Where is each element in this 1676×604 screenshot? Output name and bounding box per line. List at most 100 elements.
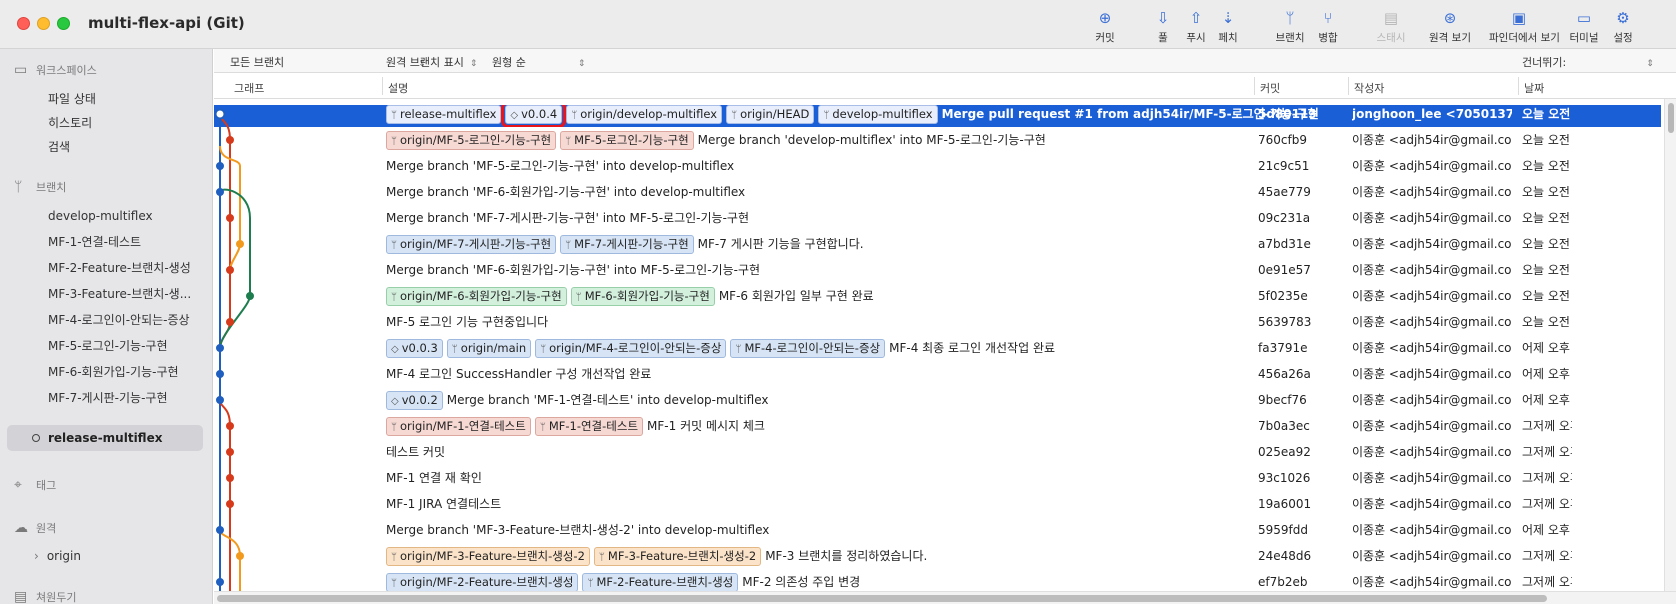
commit-author: 이종훈 <adjh54ir@gmail.co... [1352,263,1512,277]
commit-message: Merge branch 'MF-5-로그인-기능-구현' into devel… [386,159,735,173]
workspace-section-header[interactable]: ▭ 워크스페이스 [14,60,97,80]
branch-label[interactable]: ᛘ origin/MF-6-회원가입-기능-구현 [386,287,567,306]
sidebar-item-release-multiflex[interactable]: release-multiflex [48,428,162,448]
tag-label[interactable]: ◇ v0.0.4 [501,105,567,127]
column-header-description[interactable]: 설명 [388,80,408,96]
tag-label[interactable]: ◇ v0.0.2 [386,391,443,410]
branch-label[interactable]: ᛘ MF-3-Feature-브랜치-생성-2 [593,547,762,566]
commit-author: 이종훈 <adjh54ir@gmail.co... [1352,289,1512,303]
tags-section-header[interactable]: ⌖ 태그 [14,475,56,495]
tag-label[interactable]: ◇ v0.0.3 [386,339,443,358]
sidebar-item-branch[interactable]: MF-3-Feature-브랜치-생... [48,284,191,304]
table-row[interactable]: MF-1 JIRA 연결테스트 19a6001 이종훈 <adjh54ir@gmai… [214,491,1661,517]
table-row[interactable]: ◇ v0.0.2 Merge branch 'MF-1-연결-테스트' into d… [214,387,1661,413]
table-row[interactable]: ᛘ origin/MF-6-회원가입-기능-구현 ᛘ MF-6-회원가입-기능-구현 M… [214,283,1661,309]
branch-label[interactable]: ᛘ develop-multiflex [818,105,938,124]
commit-date: 오늘 오전 [1522,211,1570,225]
commit-hash: 93c1026 [1258,471,1311,485]
commit-date: 오늘 오전 [1522,133,1570,147]
table-row[interactable]: Merge branch 'MF-7-게시판-기능-구현' into MF-5-… [214,205,1661,231]
branch-label[interactable]: ᛘ MF-7-게시판-기능-구현 [560,235,694,254]
sidebar-item-file-status[interactable]: 파일 상태 [48,89,96,109]
table-row[interactable]: 테스트 커밋 025ea92 이종훈 <adjh54ir@gmail.co... 그저… [214,439,1661,465]
close-window-button[interactable] [17,17,30,30]
column-header-date[interactable]: 날짜 [1524,80,1544,96]
sidebar-item-branch[interactable]: MF-1-연결-테스트 [48,232,141,252]
sidebar-item-search[interactable]: 검색 [48,137,70,157]
table-row[interactable]: MF-1 연결 재 확인 93c1026 이종훈 <adjh54ir@gmail.c… [214,465,1661,491]
sidebar-item-origin[interactable]: › origin [34,546,81,566]
table-row[interactable]: ᛘ origin/MF-3-Feature-브랜치-생성-2 ᛘ MF-3-Featu… [214,543,1661,569]
commit-date: 오늘 오전 [1522,185,1570,199]
sidebar-item-branch[interactable]: develop-multiflex [48,206,153,226]
commit-author: 이종훈 <adjh54ir@gmail.co... [1352,211,1512,225]
toolbar-gear-button[interactable]: ⚙ 설정 [1593,8,1653,45]
table-row[interactable]: ᛘ release-multiflex ◇ v0.0.4 ᛘ origin/develop… [214,105,1661,127]
table-row[interactable]: ᛘ origin/MF-2-Feature-브랜치-생성 ᛘ MF-2-Feature… [214,569,1661,591]
commit-author: 이종훈 <adjh54ir@gmail.co... [1352,523,1512,537]
branch-label[interactable]: ᛘ origin/MF-7-게시판-기능-구현 [386,235,557,254]
commit-author: 이종훈 <adjh54ir@gmail.co... [1352,185,1512,199]
branch-label[interactable]: ᛘ origin/develop-multiflex [566,105,723,124]
horizontal-scroll-thumb[interactable] [217,595,1547,602]
toolbar-label: 원격 보기 [1429,32,1471,44]
window-title: multi-flex-api (Git) [88,14,245,32]
table-row[interactable]: Merge branch 'MF-6-회원가입-기능-구현' into MF-5… [214,257,1661,283]
table-row[interactable]: ◇ v0.0.3 ᛘ origin/main ᛘ origin/MF-4-로그인이-안되는… [214,335,1661,361]
remote-branch-select[interactable]: 원격 브랜치 표시 ⇕ [386,54,477,70]
order-select[interactable]: 원형 순 ⇕ [492,54,585,70]
branch-label[interactable]: ᛘ MF-6-회원가입-기능-구현 [570,287,715,306]
horizontal-scrollbar[interactable] [214,591,1676,604]
toolbar-fetch-button[interactable]: ⇣ 페치 [1198,8,1258,45]
toolbar-merge-button[interactable]: ⑂ 병합 [1298,8,1358,45]
table-row[interactable]: ᛘ origin/MF-7-게시판-기능-구현 ᛘ MF-7-게시판-기능-구현 MF-… [214,231,1661,257]
table-row[interactable]: MF-5 로그인 기능 구현중입니다 5639783 이종훈 <adjh54ir@g… [214,309,1661,335]
column-header-graph[interactable]: 그래프 [234,80,264,96]
branch-label[interactable]: ᛘ origin/MF-3-Feature-브랜치-생성-2 [386,547,590,566]
tag-icon: ◇ [510,110,519,121]
table-row[interactable]: Merge branch 'MF-6-회원가입-기능-구현' into deve… [214,179,1661,205]
commit-author: 이종훈 <adjh54ir@gmail.co... [1352,393,1512,407]
column-header-author[interactable]: 작성자 [1354,80,1384,96]
stashes-section-header[interactable]: ▤ 쳐원두기 [14,587,76,604]
current-branch-indicator-icon [32,434,40,442]
minimize-window-button[interactable] [37,17,50,30]
toolbar-globe-button[interactable]: ⊛ 원격 보기 [1420,8,1480,45]
table-row[interactable]: ᛘ origin/MF-1-연결-테스트 ᛘ MF-1-연결-테스트 MF-1 커밋 메… [214,413,1661,439]
toolbar-label: 설정 [1613,32,1633,44]
branches-section-header[interactable]: ᛘ 브랜치 [14,177,66,197]
column-header-commit[interactable]: 커밋 [1260,80,1280,96]
toolbar-plus-circle-button[interactable]: ⊕ 커밋 [1075,8,1135,45]
branch-label[interactable]: ᛘ origin/MF-4-로그인이-안되는-증상 [535,339,727,358]
branch-label[interactable]: ᛘ MF-4-로그인이-안되는-증상 [730,339,886,358]
table-row[interactable]: ᛘ origin/MF-5-로그인-기능-구현 ᛘ MF-5-로그인-기능-구현 Mer… [214,127,1661,153]
sidebar-item-branch[interactable]: MF-7-게시판-기능-구현 [48,388,168,408]
branch-label[interactable]: ᛘ origin/MF-5-로그인-기능-구현 [386,131,557,150]
branch-icon: ᛘ [14,179,23,195]
table-row[interactable]: Merge branch 'MF-3-Feature-브랜치-생성-2' int… [214,517,1661,543]
branch-label[interactable]: ᛘ release-multiflex [386,105,502,124]
zoom-window-button[interactable] [57,17,70,30]
sidebar-item-branch[interactable]: MF-6-회원가입-기능-구현 [48,362,179,382]
branch-label[interactable]: ᛘ origin/MF-2-Feature-브랜치-생성 [386,573,579,591]
branch-label[interactable]: ᛘ MF-1-연결-테스트 [534,417,644,436]
branch-label[interactable]: ᛘ MF-5-로그인-기능-구현 [560,131,694,150]
sidebar-item-branch[interactable]: MF-4-로그인이-안되는-증상 [48,310,190,330]
commit-message: Merge branch 'MF-1-연결-테스트' into develop-… [446,393,769,407]
branch-label[interactable]: ᛘ MF-2-Feature-브랜치-생성 [582,573,739,591]
table-row[interactable]: MF-4 로그인 SuccessHandler 구성 개선작업 완료 456a26… [214,361,1661,387]
sidebar-item-branch[interactable]: MF-2-Feature-브랜치-생성 [48,258,191,278]
chevron-updown-icon: ⇕ [577,59,586,69]
toolbar-finder-button[interactable]: ▣ 파인더에서 보기 [1489,8,1560,45]
sidebar-item-history[interactable]: 히스토리 [48,113,92,133]
branch-label[interactable]: ᛘ origin/HEAD [726,105,815,124]
sidebar-item-branch[interactable]: MF-5-로그인-기능-구현 [48,336,168,356]
remotes-section-header[interactable]: ☁ 원격 [14,518,56,538]
table-row[interactable]: Merge branch 'MF-5-로그인-기능-구현' into devel… [214,153,1661,179]
branch-label[interactable]: ᛘ origin/main [446,339,532,358]
vertical-scrollbar[interactable] [1664,99,1676,591]
vertical-scroll-thumb[interactable] [1668,103,1674,133]
jump-to-select[interactable]: 건너뛰기: ⇕ [1522,54,1654,70]
branch-label[interactable]: ᛘ origin/MF-1-연결-테스트 [386,417,531,436]
commit-date: 그저께 오후 [1522,419,1572,433]
